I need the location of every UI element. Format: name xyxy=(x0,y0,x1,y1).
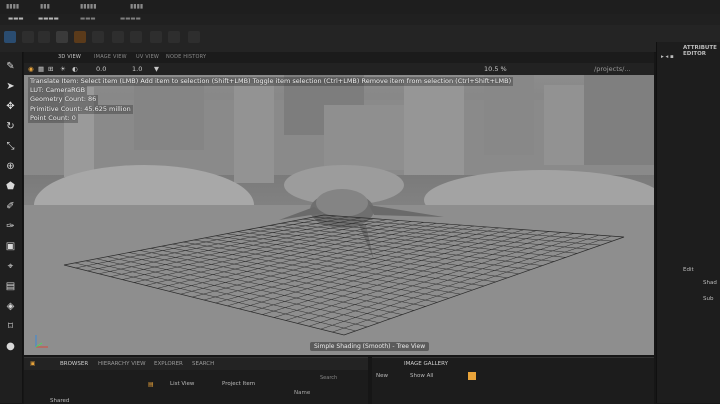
gallery-color-icon[interactable] xyxy=(468,372,476,380)
layer-icon[interactable]: ▤ xyxy=(4,280,17,293)
tab-3d-view[interactable]: 3D VIEW xyxy=(58,54,81,60)
panel-toolbar-icons[interactable]: ▸ ◂ ▪ xyxy=(661,54,674,60)
tab-node-history[interactable]: NODE HISTORY xyxy=(166,54,206,60)
panel-icon[interactable]: ▣ xyxy=(30,361,35,367)
shading-mode-label: Simple Shading (Smooth) - Tree View xyxy=(310,342,430,351)
browser-tabs: ▣ BROWSER HIERARCHY VIEW EXPLORER SEARCH xyxy=(24,358,368,370)
tab-uv-view[interactable]: UV VIEW xyxy=(136,54,159,60)
point-count-text: Point Count: 0 xyxy=(28,113,78,124)
tool-hint-text: Translate Item: Select item (LMB) Add it… xyxy=(28,77,514,87)
tool-strip: ✎ ➤ ✥ ↻ ⤡ ⊕ ⬟ ✐ ✑ ▣ ⌖ ▤ ◈ ⌑ ● xyxy=(0,52,23,403)
cube-icon[interactable] xyxy=(4,31,16,43)
rotate-icon[interactable]: ↻ xyxy=(4,120,17,133)
snap-icon[interactable]: ▣ xyxy=(4,240,17,253)
attribute-item-2[interactable]: Sub xyxy=(703,296,713,302)
tab-image-gallery[interactable]: IMAGE GALLERY xyxy=(404,361,448,367)
primitive-count-text: Primitive Count: 45.625 million xyxy=(28,104,133,114)
tab-browser[interactable]: BROWSER xyxy=(60,361,88,367)
filter-icon[interactable]: ▼ xyxy=(154,65,159,73)
project-item-field[interactable]: Project Item xyxy=(222,381,255,387)
workspace-tab-4[interactable]: ▬▬▬▬ xyxy=(120,16,141,22)
viewport-tabs: 3D VIEW IMAGE VIEW UV VIEW NODE HISTORY xyxy=(24,52,654,63)
tab-search[interactable]: SEARCH xyxy=(192,361,214,367)
toolbar-button-9[interactable] xyxy=(168,31,180,43)
new-image-button[interactable]: New xyxy=(376,373,388,379)
move-icon[interactable]: ✥ xyxy=(4,100,17,113)
select-arrow-icon[interactable]: ➤ xyxy=(4,80,17,93)
menu-item-file[interactable]: ▮▮▮▮ xyxy=(6,3,19,10)
toolbar-button-6[interactable] xyxy=(112,31,124,43)
geometry-count-text: Geometry Count: 86 xyxy=(28,95,99,105)
3d-viewport[interactable]: Translate Item: Select item (LMB) Add it… xyxy=(24,75,654,355)
gizmo-icon[interactable]: ⊞ xyxy=(48,65,53,73)
light-icon[interactable]: ⌑ xyxy=(4,320,17,333)
camera-icon[interactable]: ◉ xyxy=(28,65,34,73)
workspace-tabs: ▬▬▬ ▬▬▬▬ ▬▬▬ ▬▬▬▬ xyxy=(0,14,720,25)
transform-icon[interactable]: ⊕ xyxy=(4,160,17,173)
tab-image-view[interactable]: IMAGE VIEW xyxy=(94,54,127,60)
attribute-editor-title: ATTRIBUTE EDITOR xyxy=(683,45,717,57)
tab-hierarchy-view[interactable]: HIERARCHY VIEW xyxy=(98,361,146,367)
name-column-header: Name xyxy=(294,390,311,396)
workspace-tab-2[interactable]: ▬▬▬▬ xyxy=(38,16,59,22)
toolbar-button-7[interactable] xyxy=(130,31,142,43)
attribute-editor-panel: ATTRIBUTE EDITOR ▸ ◂ ▪ Edit Shad Sub xyxy=(656,42,720,403)
menu-item-edit[interactable]: ▮▮▮ xyxy=(40,3,50,10)
attribute-item-1[interactable]: Shad xyxy=(703,280,717,286)
edit-menu[interactable]: Edit xyxy=(683,267,694,273)
show-all-dropdown[interactable]: Show All xyxy=(410,373,433,379)
path-field[interactable]: /projects/... xyxy=(594,65,631,73)
light-toggle-icon[interactable]: ☀ xyxy=(60,65,66,73)
browser-panel: ▣ BROWSER HIERARCHY VIEW EXPLORER SEARCH… xyxy=(24,357,368,404)
image-gallery-panel: IMAGE GALLERY New Show All xyxy=(372,357,654,404)
tab-explorer[interactable]: EXPLORER xyxy=(154,361,183,367)
viewport-info-overlay: Translate Item: Select item (LMB) Add it… xyxy=(28,77,514,124)
menu-bar: ▮▮▮▮ ▮▮▮ ▮▮▮▮▮ ▮▮▮▮ xyxy=(0,0,720,15)
workspace-tab-1[interactable]: ▬▬▬ xyxy=(8,16,24,22)
toolbar-button-3[interactable] xyxy=(56,31,68,43)
main-toolbar xyxy=(0,25,720,53)
grid-icon[interactable]: ▦ xyxy=(38,65,44,73)
browser-search-input[interactable]: Search xyxy=(320,375,337,381)
toolbar-button-8[interactable] xyxy=(150,31,162,43)
eraser-icon[interactable]: ✑ xyxy=(4,220,17,233)
brush-icon[interactable]: ✎ xyxy=(4,60,17,73)
paint-icon[interactable]: ✐ xyxy=(4,200,17,213)
viewport-toolbar: ◉ ▦ ⊞ ☀ ◐ 0.0 1.0 ▼ 10.5 % /projects/... xyxy=(24,63,654,75)
workspace-tab-3[interactable]: ▬▬▬ xyxy=(80,16,96,22)
exposure-value[interactable]: 0.0 xyxy=(96,65,106,73)
fill-icon[interactable]: ◈ xyxy=(4,300,17,313)
stamp-icon[interactable]: ⬟ xyxy=(4,180,17,193)
eyedropper-icon[interactable]: ⌖ xyxy=(4,260,17,273)
list-view-dropdown[interactable]: List View xyxy=(170,381,194,387)
gamma-value[interactable]: 1.0 xyxy=(132,65,142,73)
toolbar-button-2[interactable] xyxy=(38,31,50,43)
browser-folder-item[interactable]: Shared xyxy=(50,398,69,404)
shading-icon[interactable]: ◐ xyxy=(72,65,78,73)
toolbar-button-4[interactable] xyxy=(74,31,86,43)
scale-icon[interactable]: ⤡ xyxy=(4,140,17,153)
toolbar-button-1[interactable] xyxy=(22,31,34,43)
toolbar-button-5[interactable] xyxy=(92,31,104,43)
menu-item-view[interactable]: ▮▮▮▮▮ xyxy=(80,3,97,10)
list-icon[interactable]: ▤ xyxy=(148,381,154,388)
menu-item-tools[interactable]: ▮▮▮▮ xyxy=(130,3,143,10)
zoom-value[interactable]: 10.5 % xyxy=(484,65,507,73)
color-swatch-icon[interactable]: ● xyxy=(4,340,17,353)
toolbar-button-10[interactable] xyxy=(188,31,200,43)
